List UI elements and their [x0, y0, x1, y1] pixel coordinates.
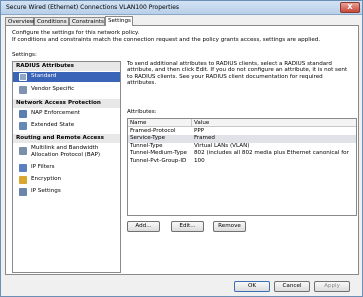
title-bar: Secure Wired (Ethernet) Connections VLAN… [1, 1, 362, 15]
attribute-name: Framed-Protocol [130, 128, 176, 134]
table-header: Name Value [128, 119, 356, 127]
sidebar-item-label: Standard [31, 73, 57, 79]
table-row[interactable]: Tunnel-Medium-Type 802 (includes all 802… [128, 150, 356, 157]
attribute-name: Tunnel-Type [130, 142, 163, 149]
sidebar-item-label: Extended State [31, 122, 75, 128]
filter-icon [19, 164, 27, 172]
attribute-value: 802 (includes all 802 media plus Etherne… [194, 150, 349, 157]
sidebar-item-standard[interactable]: Standard [13, 72, 120, 82]
multilink-icon [19, 147, 27, 155]
column-header-name[interactable]: Name [128, 119, 192, 127]
sidebar-item-label: Multilink and Bandwidth Allocation Proto… [31, 145, 101, 158]
sidebar-item-label: Encryption [31, 176, 62, 182]
sidebar-item-label: IP Settings [31, 188, 61, 194]
attributes-label: Attributes: [127, 109, 157, 115]
sidebar-item-extended-state[interactable]: Extended State [13, 121, 120, 131]
sidebar-item-label: IP Filters [31, 164, 55, 170]
attributes-description: To send additional attributes to RADIUS … [127, 61, 348, 87]
panel-description-line1: Configure the settings for this network … [12, 30, 140, 36]
sidebar-item-encryption[interactable]: Encryption [13, 175, 120, 185]
column-header-value[interactable]: Value [192, 119, 356, 127]
table-row[interactable]: Tunnel-Pvt-Group-ID 100 [128, 158, 356, 165]
attribute-name: Tunnel-Medium-Type [130, 150, 187, 157]
properties-dialog: Secure Wired (Ethernet) Connections VLAN… [0, 0, 363, 297]
ok-button[interactable]: OK [234, 281, 270, 292]
sidebar-item-label: NAP Enforcement [31, 110, 80, 116]
nap-icon [19, 110, 27, 118]
remove-button[interactable]: Remove [213, 221, 246, 232]
cancel-button[interactable]: Cancel [274, 281, 310, 292]
attributes-table: Name Value Framed-Protocol PPP Service-T… [127, 118, 357, 216]
sidebar-item-ip-filters[interactable]: IP Filters [13, 163, 120, 173]
attribute-value: 100 [194, 157, 205, 164]
table-row[interactable]: Service-Type Framed [128, 135, 356, 143]
attribute-value: Framed [194, 135, 215, 142]
apply-button[interactable]: Apply [314, 281, 350, 292]
attribute-value: Virtual LANs (VLAN) [194, 142, 250, 149]
window-title: Secure Wired (Ethernet) Connections VLAN… [6, 4, 180, 11]
sidebar-item-label: Vendor Specific [31, 86, 75, 92]
sidebar-item-vendor-specific[interactable]: Vendor Specific [13, 85, 120, 95]
edit-button[interactable]: Edit... [171, 221, 204, 232]
table-row[interactable]: Tunnel-Type Virtual LANs (VLAN) [128, 143, 356, 150]
attribute-name: Tunnel-Pvt-Group-ID [130, 157, 187, 164]
settings-label: Settings: [12, 52, 37, 58]
table-row[interactable]: Framed-Protocol PPP [128, 128, 356, 135]
section-routing-remote-access: Routing and Remote Access [13, 134, 120, 143]
section-radius-attributes: RADIUS Attributes [13, 62, 120, 71]
section-network-access-protection: Network Access Protection [13, 99, 120, 108]
attribute-name: Service-Type [130, 135, 166, 142]
server-icon [19, 73, 27, 81]
sidebar-item-multilink[interactable]: Multilink and Bandwidth Allocation Proto… [13, 144, 120, 162]
dialog-footer: OK Cancel Apply [1, 278, 362, 296]
vendor-icon [19, 86, 27, 94]
settings-tree: RADIUS Attributes Standard Vendor Specif… [12, 61, 121, 273]
lock-icon [19, 176, 27, 184]
close-button[interactable]: X [340, 2, 360, 13]
sidebar-item-nap-enforcement[interactable]: NAP Enforcement [13, 109, 120, 119]
settings-panel: Configure the settings for this network … [5, 25, 359, 275]
tab-settings[interactable]: Settings [105, 16, 133, 26]
add-button[interactable]: Add... [127, 221, 160, 232]
sidebar-item-ip-settings[interactable]: IP Settings [13, 187, 120, 197]
attribute-value: PPP [194, 128, 205, 134]
state-icon [19, 122, 27, 130]
settings-icon [19, 188, 27, 196]
panel-description-line2: If conditions and constraints match the … [12, 37, 321, 43]
